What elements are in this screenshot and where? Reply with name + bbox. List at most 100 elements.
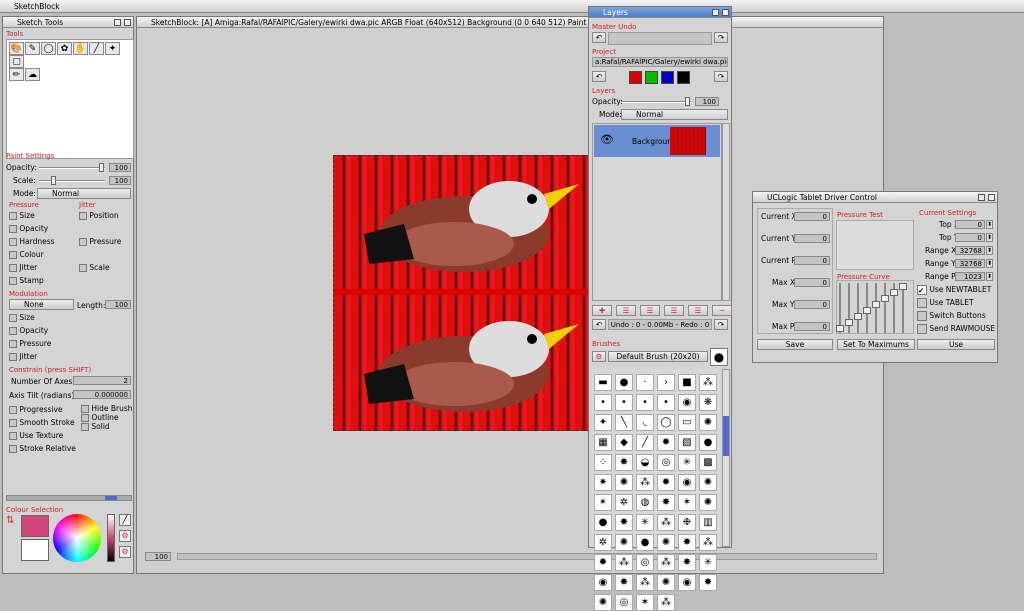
brush-preset[interactable]: ◉	[678, 474, 696, 491]
brush-preset[interactable]: ◎	[657, 454, 675, 471]
swap-colours-icon[interactable]: ⇅	[6, 515, 18, 555]
option-checkbox[interactable]	[9, 432, 17, 440]
layer-redo-icon[interactable]: ↷	[714, 319, 728, 330]
pressure-curve-sliders[interactable]	[836, 280, 914, 334]
magic-wand-icon[interactable]: ✦	[105, 42, 120, 55]
brush-preset[interactable]: ◉	[678, 394, 696, 411]
brush-preset[interactable]: ✺	[699, 414, 717, 431]
use-tablet-checkbox[interactable]	[917, 298, 927, 308]
curve-slider[interactable]	[854, 283, 862, 333]
brush-preset[interactable]: ◒	[636, 454, 654, 471]
tilt-field[interactable]: 0.000000	[73, 390, 131, 399]
palette-icon[interactable]: ⚙	[119, 546, 131, 558]
brush-preset[interactable]: ▨	[678, 434, 696, 451]
brush-preset[interactable]: ❋	[699, 394, 717, 411]
depth-icon[interactable]	[978, 194, 985, 201]
brush-preset[interactable]: ✹	[657, 434, 675, 451]
brush-preset[interactable]: ✳	[636, 514, 654, 531]
brush-preset[interactable]: ✹	[657, 474, 675, 491]
pressure-stamp-checkbox[interactable]	[9, 277, 17, 285]
curve-slider[interactable]	[845, 283, 853, 333]
brush-preset[interactable]: ⁂	[636, 574, 654, 591]
background-colour[interactable]	[21, 539, 49, 561]
modulation-opacity-checkbox[interactable]	[9, 327, 17, 335]
depth-icon[interactable]	[712, 9, 719, 16]
brush-preset[interactable]: ✺	[699, 474, 717, 491]
brush-preset[interactable]: ◉	[678, 574, 696, 591]
brush-icon[interactable]: ✎	[25, 42, 40, 55]
jitter-pressure-checkbox[interactable]	[79, 238, 87, 246]
modulation-pressure-checkbox[interactable]	[9, 340, 17, 348]
pressure-colour-checkbox[interactable]	[9, 251, 17, 259]
brush-preset[interactable]: ❉	[678, 514, 696, 531]
eyedropper-icon[interactable]: ╱	[89, 42, 104, 55]
layer-undo-icon[interactable]: ↶	[592, 319, 606, 330]
brush-preset[interactable]: •	[615, 394, 633, 411]
outline-radio[interactable]	[81, 414, 89, 422]
range-y-field[interactable]: 32768	[955, 259, 985, 268]
axes-field[interactable]: 2	[73, 376, 131, 385]
brush-preset[interactable]: ✸	[615, 514, 633, 531]
opacity-field[interactable]: 100	[109, 163, 131, 172]
brush-preset[interactable]: ✦	[594, 414, 612, 431]
brush-preset[interactable]: ›	[657, 374, 675, 391]
layer-action-icon[interactable]: ☰	[616, 305, 636, 316]
brush-preset[interactable]: ✶	[636, 594, 654, 611]
project-redo-icon[interactable]: ↷	[714, 71, 728, 82]
brush-preset[interactable]: ⁂	[699, 534, 717, 551]
brush-preset[interactable]: ✺	[657, 574, 675, 591]
brush-preset[interactable]: ✳	[699, 554, 717, 571]
brush-preset[interactable]: ●	[594, 514, 612, 531]
modulation-size-checkbox[interactable]	[9, 314, 17, 322]
colour-swatch[interactable]	[661, 71, 674, 84]
project-undo-icon[interactable]: ↶	[592, 71, 606, 82]
top-y-field[interactable]: 0	[955, 233, 985, 242]
canvas-titlebar[interactable]: SketchBlock: [A] Amiga:Rafal/RAFAlPIC/Ga…	[137, 17, 883, 28]
brush-preset[interactable]: ⁂	[615, 554, 633, 571]
use-button[interactable]: Use	[917, 339, 995, 350]
brush-preset[interactable]: ◉	[594, 574, 612, 591]
eyedropper-icon[interactable]: ╱	[119, 514, 131, 526]
brightness-slider[interactable]	[107, 514, 115, 562]
modulation-select[interactable]: None	[9, 299, 74, 310]
opacity-slider[interactable]	[39, 163, 105, 172]
jitter-position-checkbox[interactable]	[79, 212, 87, 220]
brush-preset[interactable]: ●	[615, 374, 633, 391]
brush-preset[interactable]: ✳	[678, 454, 696, 471]
stepper-icon[interactable]: ⬍	[986, 272, 993, 281]
brush-preset[interactable]: ⁂	[657, 594, 675, 611]
hide-brush-checkbox[interactable]	[81, 405, 89, 413]
layer-mode-select[interactable]: Normal	[621, 109, 728, 120]
mode-select[interactable]: Normal	[37, 188, 131, 199]
scale-slider[interactable]	[39, 176, 105, 185]
brush-preset[interactable]: ✸	[678, 534, 696, 551]
scale-field[interactable]: 100	[109, 176, 131, 185]
colour-swatch[interactable]	[629, 71, 642, 84]
brush-preset[interactable]: ⁂	[699, 374, 717, 391]
brush-preset[interactable]: ▦	[594, 434, 612, 451]
brush-preset[interactable]: ⁂	[657, 514, 675, 531]
brush-preset[interactable]: ✺	[699, 494, 717, 511]
circle-icon[interactable]: ◯	[41, 42, 56, 55]
option-checkbox[interactable]	[9, 406, 17, 414]
layer-opacity-slider[interactable]	[621, 97, 691, 106]
gear-icon[interactable]: ⚙	[119, 530, 131, 542]
layers-titlebar[interactable]: Layers	[589, 7, 731, 18]
layer-action-icon[interactable]: −	[712, 305, 732, 316]
brush-name[interactable]: Default Brush (20x20)	[608, 351, 708, 362]
layer-action-icon[interactable]: ☰	[688, 305, 708, 316]
brush-preset[interactable]: ◆	[615, 434, 633, 451]
brush-preset[interactable]: ●	[636, 534, 654, 551]
brush-preset[interactable]: ✲	[615, 494, 633, 511]
tablet-titlebar[interactable]: UCLogic Tablet Driver Control	[753, 192, 997, 203]
layer-action-icon[interactable]: ✚	[592, 305, 612, 316]
layer-list-scrollbar[interactable]	[722, 123, 730, 301]
brush-preset[interactable]: ✹	[594, 554, 612, 571]
tools-scrollbar[interactable]	[6, 495, 132, 501]
brush-preset[interactable]: ✸	[678, 554, 696, 571]
brush-preset[interactable]: ✸	[699, 574, 717, 591]
set-max-button[interactable]: Set To Maximums	[837, 339, 915, 350]
brush-preset[interactable]: ╱	[636, 434, 654, 451]
stepper-icon[interactable]: ⬍	[986, 246, 993, 255]
brush-preset[interactable]: ◍	[636, 494, 654, 511]
